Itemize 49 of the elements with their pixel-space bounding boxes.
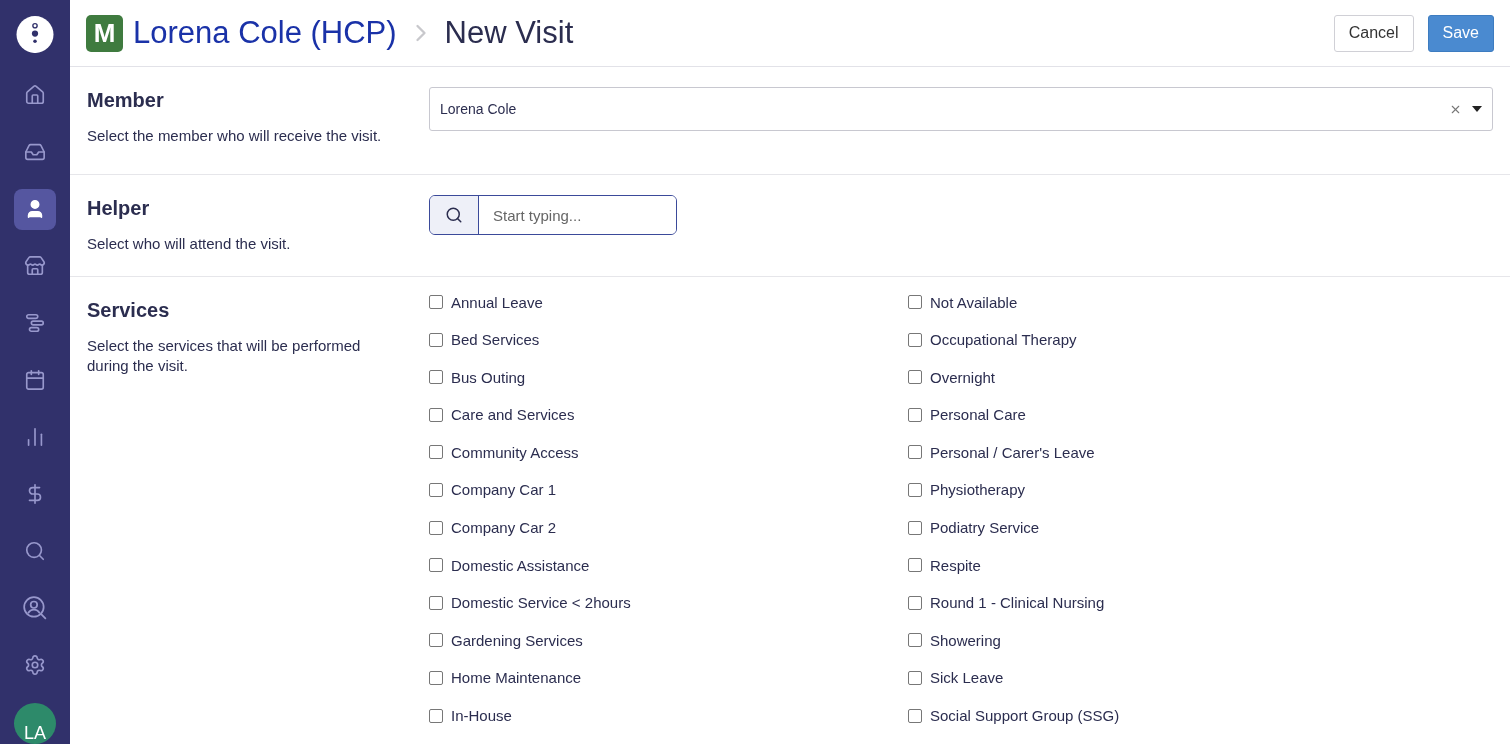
timeline-icon — [24, 312, 46, 335]
service-checkbox[interactable]: Overnight — [908, 366, 1493, 389]
section-description: Select who will attend the visit. — [87, 234, 292, 254]
home-icon — [24, 84, 46, 107]
service-checkbox[interactable]: Showering — [908, 629, 1493, 652]
service-checkbox[interactable]: Home Maintenance — [429, 666, 908, 689]
service-checkbox[interactable]: Occupational Therapy — [908, 328, 1493, 351]
section-description: Select the member who will receive the visit. — [87, 126, 383, 146]
settings-icon — [24, 653, 46, 676]
member-badge: M — [86, 14, 123, 52]
service-checkbox[interactable]: Domestic Service < 2hours — [429, 591, 908, 614]
service-checkbox[interactable]: Sick Leave — [908, 666, 1493, 689]
service-checkbox[interactable]: Respite — [908, 554, 1493, 577]
service-checkbox[interactable]: Community Access — [429, 441, 908, 464]
section-title: Member — [87, 89, 165, 112]
service-checkbox[interactable]: Social Support Group (SSG) — [908, 704, 1493, 727]
service-checkbox[interactable]: In-House — [429, 704, 908, 727]
service-checkbox[interactable]: Personal Care — [908, 403, 1493, 426]
service-checkbox[interactable]: Round 1 - Clinical Nursing — [908, 591, 1493, 614]
user-search-icon — [22, 594, 48, 621]
calendar-icon — [24, 369, 46, 392]
service-checkbox[interactable]: Company Car 1 — [429, 478, 908, 501]
service-checkbox[interactable]: Physiotherapy — [908, 478, 1493, 501]
service-checkbox[interactable]: Bed Services — [429, 328, 908, 351]
section-description: Select the services that will be performed during the visit. — [87, 336, 362, 376]
nav-button[interactable] — [14, 188, 56, 230]
service-checkbox[interactable]: Gardening Services — [429, 629, 908, 652]
cancel-button[interactable]: Cancel — [1333, 14, 1414, 52]
section-title: Services — [87, 299, 171, 322]
service-checkbox[interactable]: Personal / Carer's Leave — [908, 441, 1493, 464]
service-checkbox[interactable]: Care and Services — [429, 403, 908, 426]
service-checkbox[interactable]: Not Available — [908, 291, 1493, 313]
helper-search-field[interactable]: Start typing... — [429, 195, 677, 235]
page-title: New Visit — [444, 15, 574, 51]
section-title: Helper — [87, 197, 151, 220]
member-select[interactable]: Lorena Cole — [429, 87, 1493, 131]
search-icon — [24, 539, 46, 562]
store-icon — [24, 255, 46, 278]
service-checkbox[interactable]: Podiatry Service — [908, 516, 1493, 539]
logo-icon[interactable] — [16, 16, 54, 53]
service-checkbox[interactable]: Bus Outing — [429, 366, 908, 389]
caret-icon — [1472, 106, 1482, 112]
search-icon — [445, 206, 463, 224]
service-checkbox[interactable]: Domestic Assistance — [429, 554, 908, 577]
user-avatar[interactable]: LA — [14, 703, 56, 744]
service-checkbox[interactable]: Annual Leave — [429, 291, 908, 313]
breadcrumb-link[interactable]: Lorena Cole (HCP) — [133, 15, 397, 51]
save-button[interactable]: Save — [1427, 14, 1494, 52]
service-checkbox[interactable]: Company Car 2 — [429, 516, 908, 539]
